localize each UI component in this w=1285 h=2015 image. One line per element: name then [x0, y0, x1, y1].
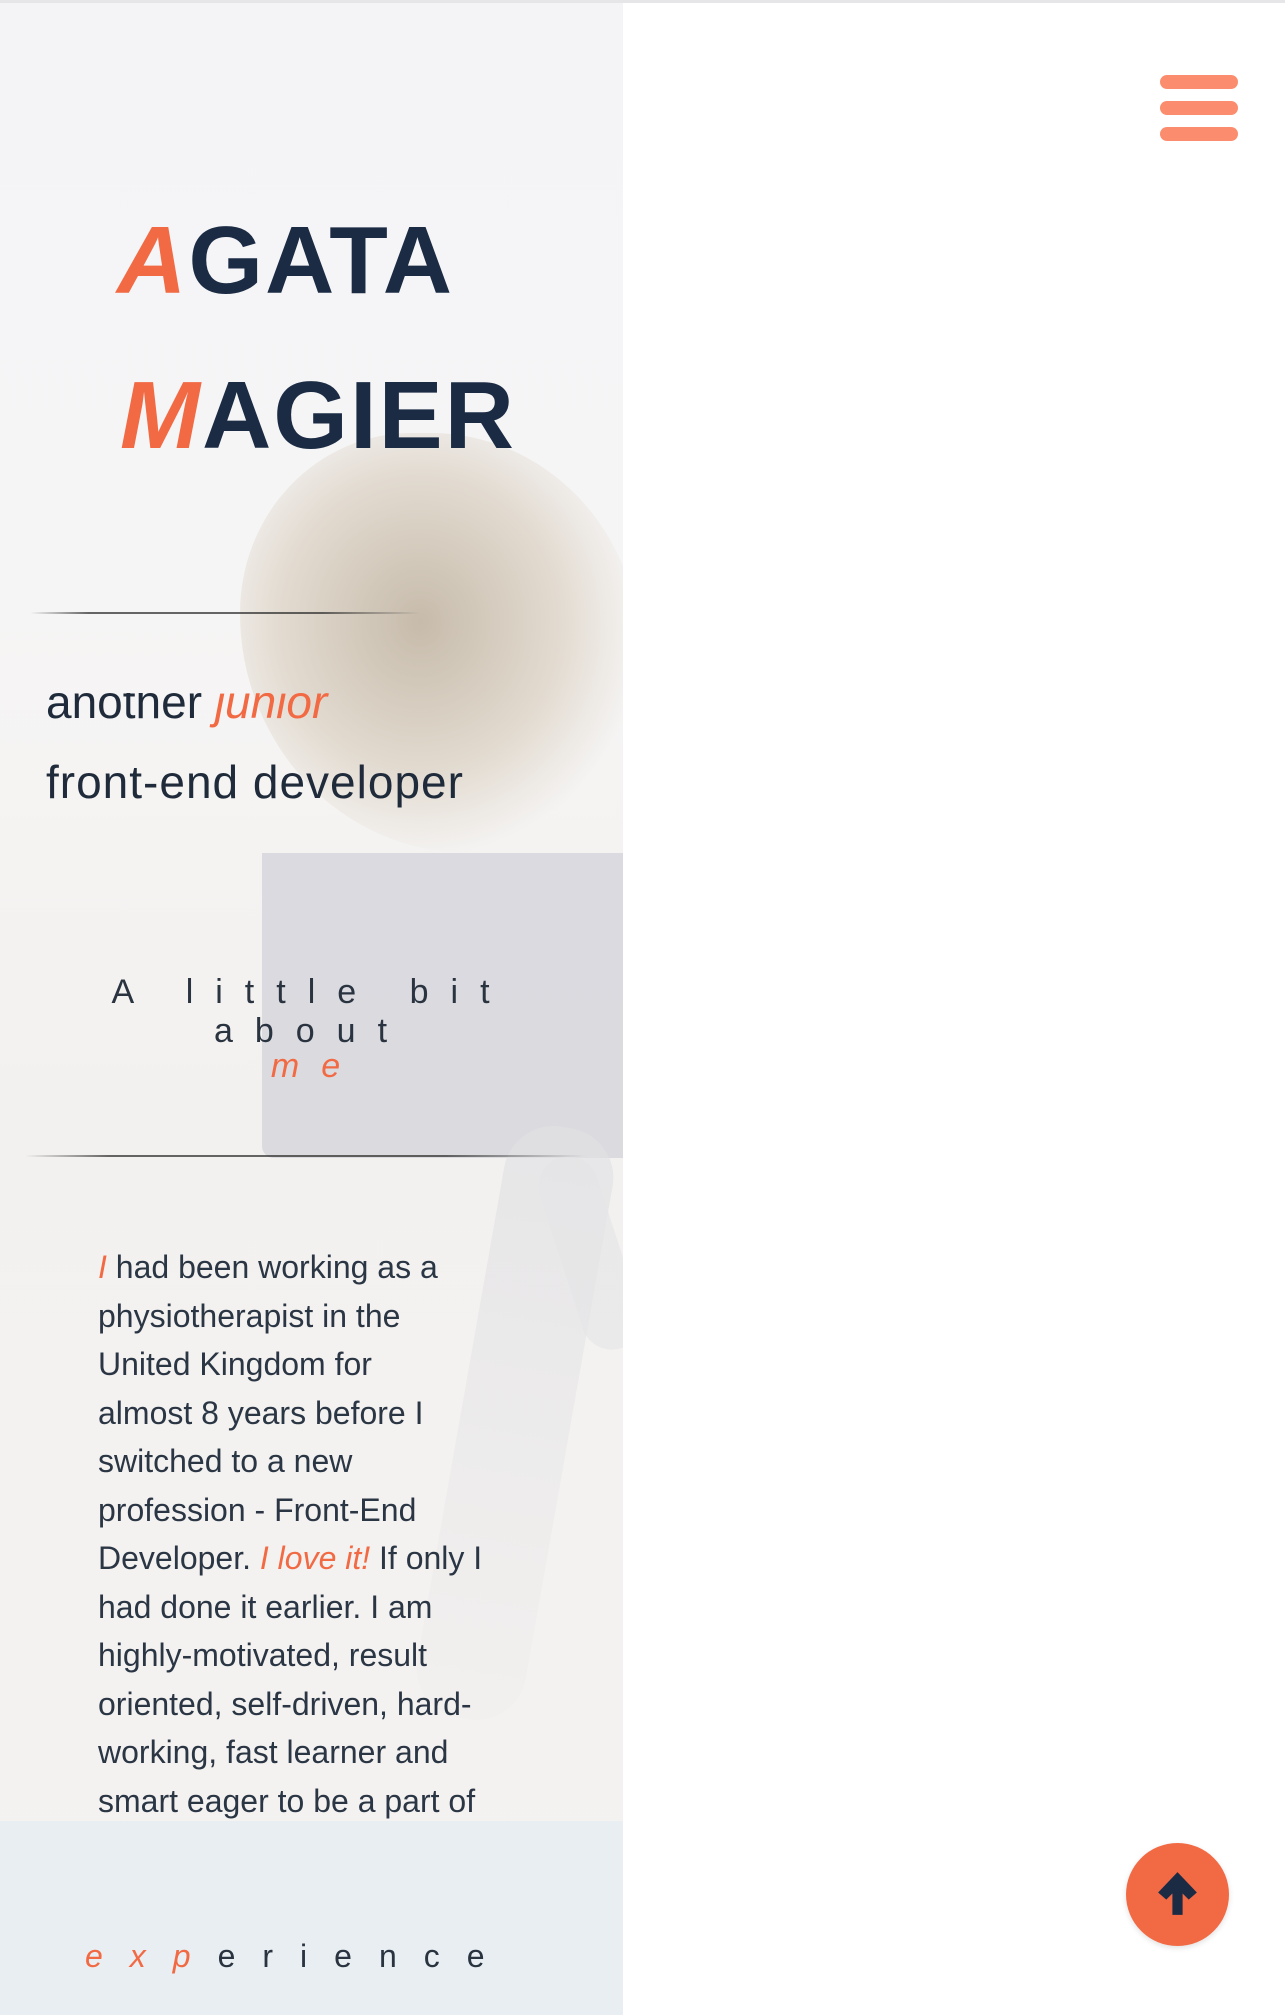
- tagline-line2: front-end developer: [46, 756, 464, 808]
- name-first-initial: A: [117, 207, 189, 314]
- about-line: smart eager to be a part of: [98, 1782, 476, 1819]
- experience-heading-rest: erience: [217, 1938, 512, 1974]
- page: AGATA MAGIER another junior front-end de…: [0, 0, 1285, 2015]
- name-first: AGATA: [117, 213, 454, 309]
- about-love-accent: I love it!: [259, 1540, 371, 1576]
- about-line: almost 8 years before I: [98, 1394, 424, 1431]
- name-last: MAGIER: [120, 368, 516, 464]
- about-line: physiotherapist in the: [98, 1297, 401, 1334]
- menu-bar: [1160, 101, 1238, 115]
- about-line-text: Developer.: [98, 1540, 260, 1576]
- arrow-up-icon: [1158, 1872, 1197, 1915]
- tagline-line1: another junior: [46, 693, 327, 729]
- about-line: switched to a new: [98, 1443, 353, 1479]
- tagline-accent: junior: [214, 693, 328, 728]
- back-to-top-button[interactable]: [1126, 1843, 1229, 1946]
- name-last-rest: AGIER: [201, 362, 516, 469]
- tagline-prefix: another: [46, 693, 215, 728]
- about-line: profession - Front-End: [98, 1491, 417, 1528]
- about-heading-accent: me: [270, 1047, 363, 1085]
- experience-heading: experience: [85, 1938, 512, 1975]
- about-line: oriented, self-driven, hard-: [98, 1685, 472, 1722]
- about-line: working, fast learner and: [98, 1734, 449, 1770]
- about-lead-accent: I: [98, 1249, 107, 1285]
- about-line: highly-motivated, result: [98, 1637, 428, 1673]
- about-line: had done it earlier. I am: [98, 1588, 433, 1625]
- tagline-scroller: another junior front-end developer: [0, 693, 623, 808]
- hamburger-menu-icon[interactable]: [1160, 75, 1238, 143]
- hero-divider: [30, 612, 420, 614]
- experience-heading-accent: exp: [85, 1938, 218, 1974]
- about-line-text: If only I: [370, 1540, 483, 1576]
- about-line: Developer. I love it! If only I: [98, 1534, 548, 1583]
- menu-bar: [1160, 127, 1238, 141]
- about-heading-prefix: A little bit about: [111, 973, 512, 1050]
- left-column: AGATA MAGIER another junior front-end de…: [0, 3, 623, 2015]
- menu-bar: [1160, 75, 1238, 89]
- name-first-rest: GATA: [188, 207, 455, 314]
- name-last-initial: M: [120, 362, 202, 469]
- about-line: United Kingdom for: [98, 1346, 372, 1382]
- experience-section: [0, 1821, 623, 2015]
- about-paragraph: I had been working as a physiotherapist …: [98, 1243, 548, 1825]
- about-line-text: had been working as a: [106, 1249, 438, 1285]
- about-heading: A little bit about me: [0, 973, 623, 1086]
- about-line: I had been working as a: [98, 1243, 548, 1292]
- about-divider: [25, 1155, 585, 1157]
